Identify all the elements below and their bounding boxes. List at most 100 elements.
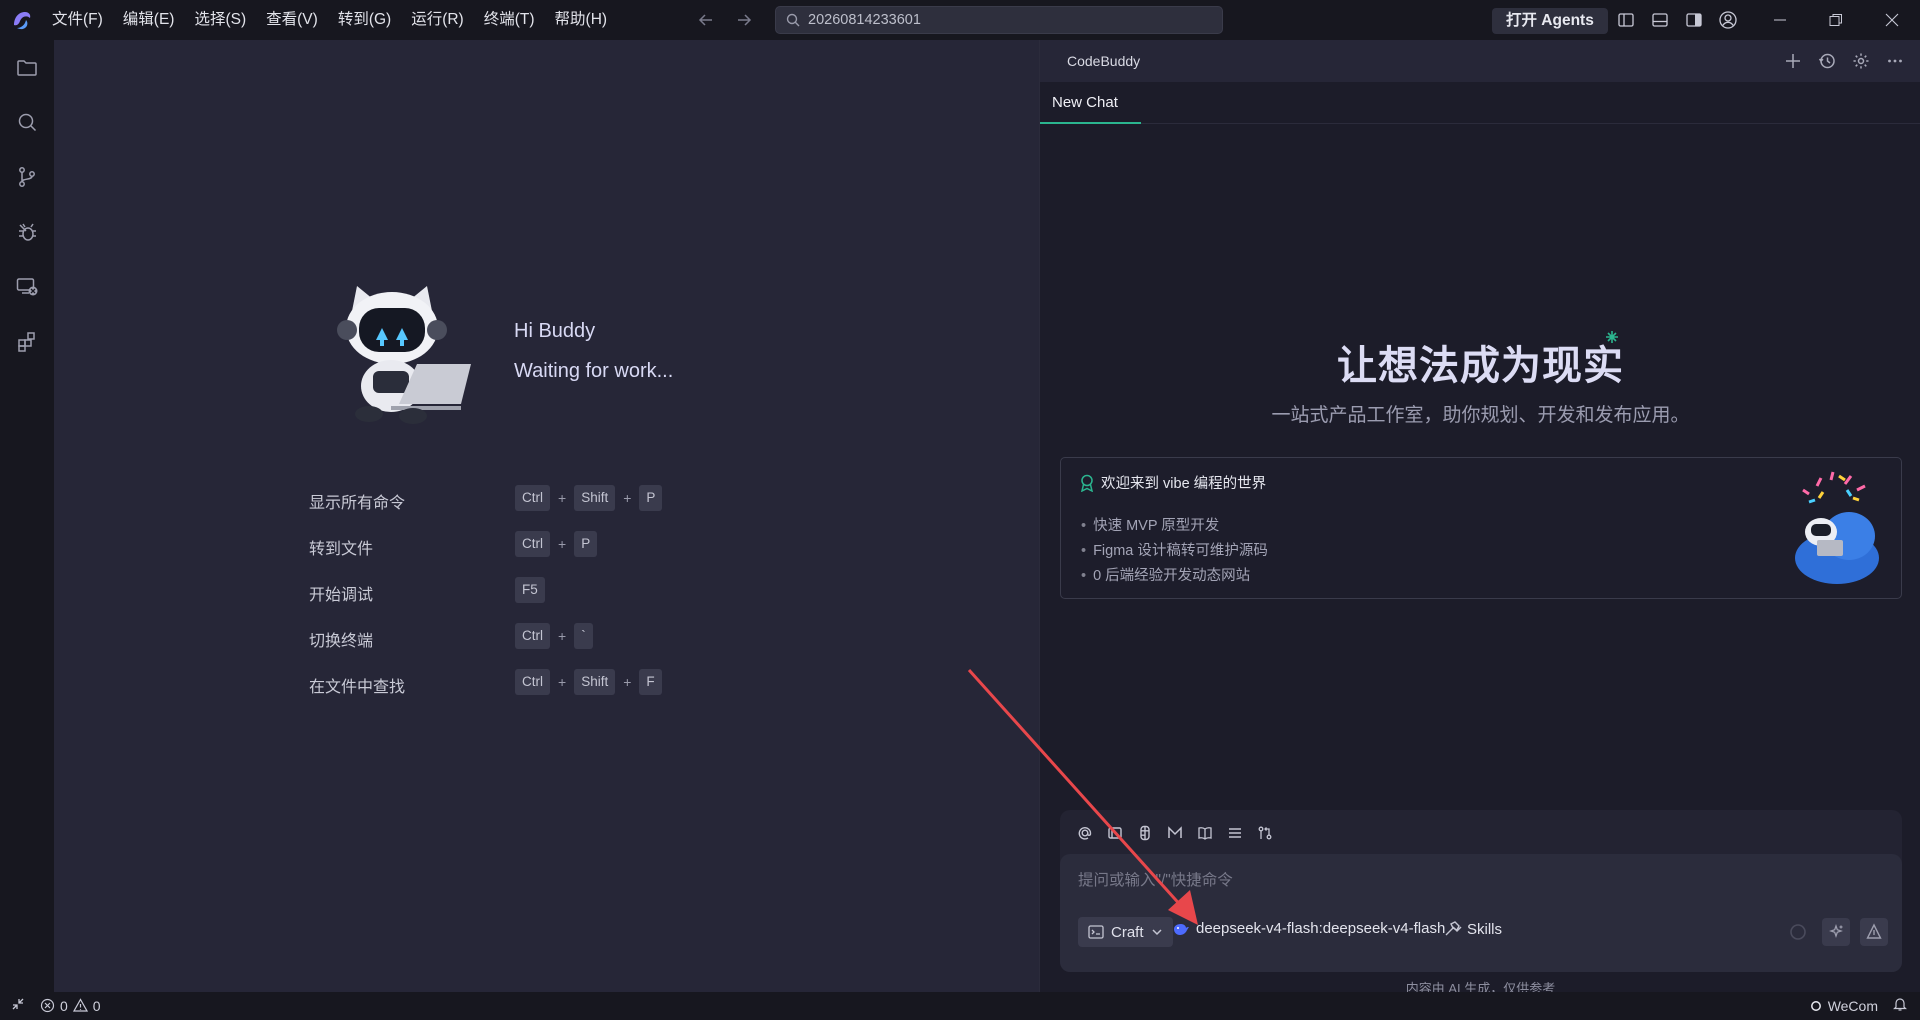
notifications-bell-icon[interactable]	[1892, 996, 1908, 1015]
shortcut-row[interactable]: 开始调试 F5	[309, 577, 709, 605]
shortcut-row[interactable]: 在文件中查找 Ctrl + Shift + F	[309, 669, 709, 697]
shortcut-keys: Ctrl + Shift + F	[515, 669, 662, 695]
search-icon	[786, 13, 800, 27]
menu-run[interactable]: 运行(R)	[401, 0, 474, 40]
plus-sign: +	[558, 674, 567, 690]
card-title: 欢迎来到 vibe 编程的世界	[1079, 472, 1266, 493]
open-agents-button[interactable]: 打开 Agents	[1492, 8, 1608, 34]
key: Shift	[574, 485, 616, 511]
card-title-text: 欢迎来到 vibe 编程的世界	[1101, 476, 1267, 492]
warning-triangle-icon	[72, 998, 88, 1012]
toggle-panel-icon[interactable]	[1648, 8, 1672, 32]
chat-header: CodeBuddy	[1040, 40, 1920, 82]
settings-gear-icon[interactable]	[1849, 49, 1873, 73]
chat-header-actions	[1781, 49, 1907, 73]
git-compare-icon[interactable]	[1254, 822, 1276, 844]
menu-file[interactable]: 文件(F)	[42, 0, 113, 40]
key: P	[574, 531, 598, 557]
account-label: WeCom	[1827, 997, 1878, 1014]
error-count: 0	[60, 997, 68, 1014]
menu-go[interactable]: 转到(G)	[328, 0, 401, 40]
command-center-search[interactable]: 20260814233601	[775, 6, 1223, 34]
shortcut-row[interactable]: 切换终端 Ctrl + `	[309, 623, 709, 651]
status-circle-icon	[1810, 1000, 1821, 1011]
history-icon[interactable]	[1815, 49, 1839, 73]
rules-list-icon[interactable]	[1224, 822, 1246, 844]
list-item: 快速 MVP 原型开发	[1081, 514, 1268, 539]
status-right: WeCom	[1810, 996, 1908, 1015]
attach-image-icon[interactable]	[1104, 822, 1126, 844]
menu-view[interactable]: 查看(V)	[256, 0, 328, 40]
chevron-down-icon	[1151, 929, 1162, 936]
remote-explorer-icon[interactable]	[13, 273, 41, 301]
search-icon[interactable]	[13, 108, 41, 136]
shortcut-row[interactable]: 显示所有命令 Ctrl + Shift + P	[309, 485, 709, 513]
forward-arrow-icon[interactable]	[732, 8, 756, 32]
key: F5	[515, 577, 545, 603]
chat-tab-bar: New Chat	[1040, 82, 1920, 124]
status-text: Waiting for work...	[514, 360, 674, 382]
minimize-icon[interactable]	[1752, 0, 1808, 40]
list-item: 0 后端经验开发动态网站	[1081, 564, 1268, 589]
card-feature-list: 快速 MVP 原型开发 Figma 设计稿转可维护源码 0 后端经验开发动态网站	[1081, 514, 1268, 589]
terminal-box-icon	[1088, 925, 1104, 939]
toggle-primary-sidebar-icon[interactable]	[1614, 8, 1638, 32]
skills-button[interactable]: Skills	[1443, 920, 1502, 938]
chat-input-field[interactable]: 提问或输入"/"快捷命令 Craft deepseek-v4-flash:dee…	[1060, 854, 1902, 972]
restore-icon[interactable]	[1808, 0, 1864, 40]
menu-terminal[interactable]: 终端(T)	[474, 0, 545, 40]
send-icon[interactable]	[1860, 918, 1888, 946]
codebuddy-chat-panel: CodeBuddy New Chat 让想法成为现实 一站式产品工作室，助你规划…	[1039, 40, 1920, 996]
shortcut-label: 显示所有命令	[309, 495, 406, 512]
shortcut-label: 转到文件	[309, 541, 374, 558]
key: `	[574, 623, 593, 649]
shortcut-label: 切换终端	[309, 633, 374, 650]
toggle-secondary-sidebar-icon[interactable]	[1682, 8, 1706, 32]
plus-sign: +	[558, 490, 567, 506]
menu-edit[interactable]: 编辑(E)	[113, 0, 185, 40]
mention-at-icon[interactable]	[1074, 822, 1096, 844]
plus-sign: +	[558, 536, 567, 552]
menu-help[interactable]: 帮助(H)	[545, 0, 618, 40]
knowledge-book-icon[interactable]	[1194, 822, 1216, 844]
input-toolbar	[1074, 818, 1276, 848]
tab-new-chat[interactable]: New Chat	[1040, 82, 1141, 124]
status-left: 0 0	[10, 996, 101, 1015]
menu-bar: 文件(F) 编辑(E) 选择(S) 查看(V) 转到(G) 运行(R) 终端(T…	[42, 0, 617, 40]
input-actions	[1784, 918, 1888, 946]
close-icon[interactable]	[1864, 0, 1920, 40]
editor-area: Hi Buddy Waiting for work... 显示所有命令 Ctrl…	[54, 40, 1039, 992]
problems-indicator[interactable]: 0 0	[40, 998, 101, 1014]
figma-icon[interactable]	[1134, 822, 1156, 844]
mode-select-craft[interactable]: Craft	[1078, 917, 1173, 947]
beanbag-robot-illustration-icon	[1795, 471, 1879, 584]
shortcut-row[interactable]: 转到文件 Ctrl + P	[309, 531, 709, 559]
source-control-icon[interactable]	[13, 163, 41, 191]
hero-title: 让想法成为现实	[1337, 344, 1624, 388]
buddy-robot-mascot-icon	[337, 286, 471, 424]
more-options-icon[interactable]	[1883, 49, 1907, 73]
enhance-prompt-sparkle-icon[interactable]	[1822, 918, 1850, 946]
remote-indicator-icon[interactable]	[10, 996, 26, 1015]
mode-label: Craft	[1111, 923, 1144, 941]
activity-bar	[0, 40, 54, 992]
menu-selection[interactable]: 选择(S)	[184, 0, 256, 40]
shortcut-keys: Ctrl + Shift + P	[515, 485, 663, 511]
sparkle-icon	[1606, 331, 1618, 343]
navigation-arrows	[694, 8, 756, 32]
list-item: Figma 设计稿转可维护源码	[1081, 539, 1268, 564]
key: P	[639, 485, 663, 511]
key: Ctrl	[515, 669, 550, 695]
key: Shift	[574, 669, 616, 695]
debug-icon[interactable]	[13, 218, 41, 246]
context-usage-ring-icon[interactable]	[1784, 918, 1812, 946]
explorer-icon[interactable]	[13, 54, 41, 82]
back-arrow-icon[interactable]	[694, 8, 718, 32]
new-chat-plus-icon[interactable]	[1781, 49, 1805, 73]
model-select[interactable]: deepseek-v4-flash:deepseek-v4-flash	[1172, 920, 1463, 937]
key: Ctrl	[515, 485, 550, 511]
account-status[interactable]: WeCom	[1810, 998, 1878, 1014]
account-icon[interactable]	[1716, 8, 1740, 32]
model-context-icon[interactable]	[1164, 822, 1186, 844]
extensions-icon[interactable]	[13, 328, 41, 356]
